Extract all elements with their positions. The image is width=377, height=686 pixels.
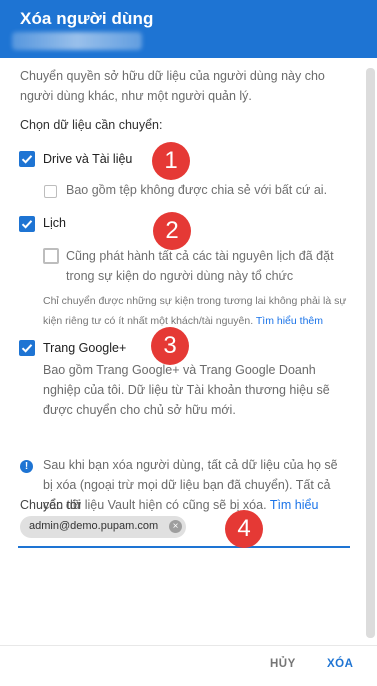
intro-text: Chuyển quyền sở hữu dữ liệu của người dù… [20,69,325,103]
remove-chip-icon[interactable]: × [169,520,182,533]
section-title: Chọn dữ liệu cần chuyển: [20,118,163,132]
dialog-header: Xóa người dùng [0,0,377,58]
drive-unshared-checkbox[interactable] [44,185,57,198]
footer-divider [0,645,377,646]
cancel-button[interactable]: HỦY [270,658,296,670]
calendar-sub-label: Cũng phát hành tất cả các tài nguyên lịc… [66,249,334,283]
drive-checkbox[interactable] [19,151,35,167]
annotation-marker-4: 4 [225,510,263,548]
drive-sub-label: Bao gồm tệp không được chia sẻ với bất c… [66,183,328,197]
recipient-chip[interactable]: admin@demo.pupam.com × [20,516,186,538]
check-icon [21,344,33,353]
calendar-learn-more-link[interactable]: Tìm hiểu thêm [256,315,323,327]
calendar-resources-checkbox[interactable] [43,248,59,264]
check-icon [21,220,33,229]
calendar-label: Lịch [43,216,66,230]
annotation-marker-2: 2 [153,212,191,250]
gplus-checkbox[interactable] [19,340,35,356]
annotation-marker-1: 1 [152,142,190,180]
check-icon [21,155,33,164]
info-icon: ! [20,460,33,473]
gplus-label: Trang Google+ [43,341,127,355]
recipient-chip-text: admin@demo.pupam.com [29,520,159,532]
gplus-description: Bao gồm Trang Google+ và Trang Google Do… [43,363,330,417]
transfer-field-underline [18,546,350,548]
transfer-field-label: Chuyển tới [20,498,82,512]
delete-button[interactable]: XÓA [327,658,353,670]
dialog-title: Xóa người dùng [20,9,154,28]
drive-label: Drive và Tài liệu [43,152,133,166]
calendar-note: Chỉ chuyển được những sự kiện trong tươn… [43,291,348,331]
redacted-user-name [12,32,142,50]
delete-user-dialog: Xóa người dùng Chuyển quyền sở hữu dữ li… [0,0,377,686]
annotation-marker-3: 3 [151,327,189,365]
scrollbar[interactable] [366,68,375,638]
calendar-checkbox[interactable] [19,216,35,232]
